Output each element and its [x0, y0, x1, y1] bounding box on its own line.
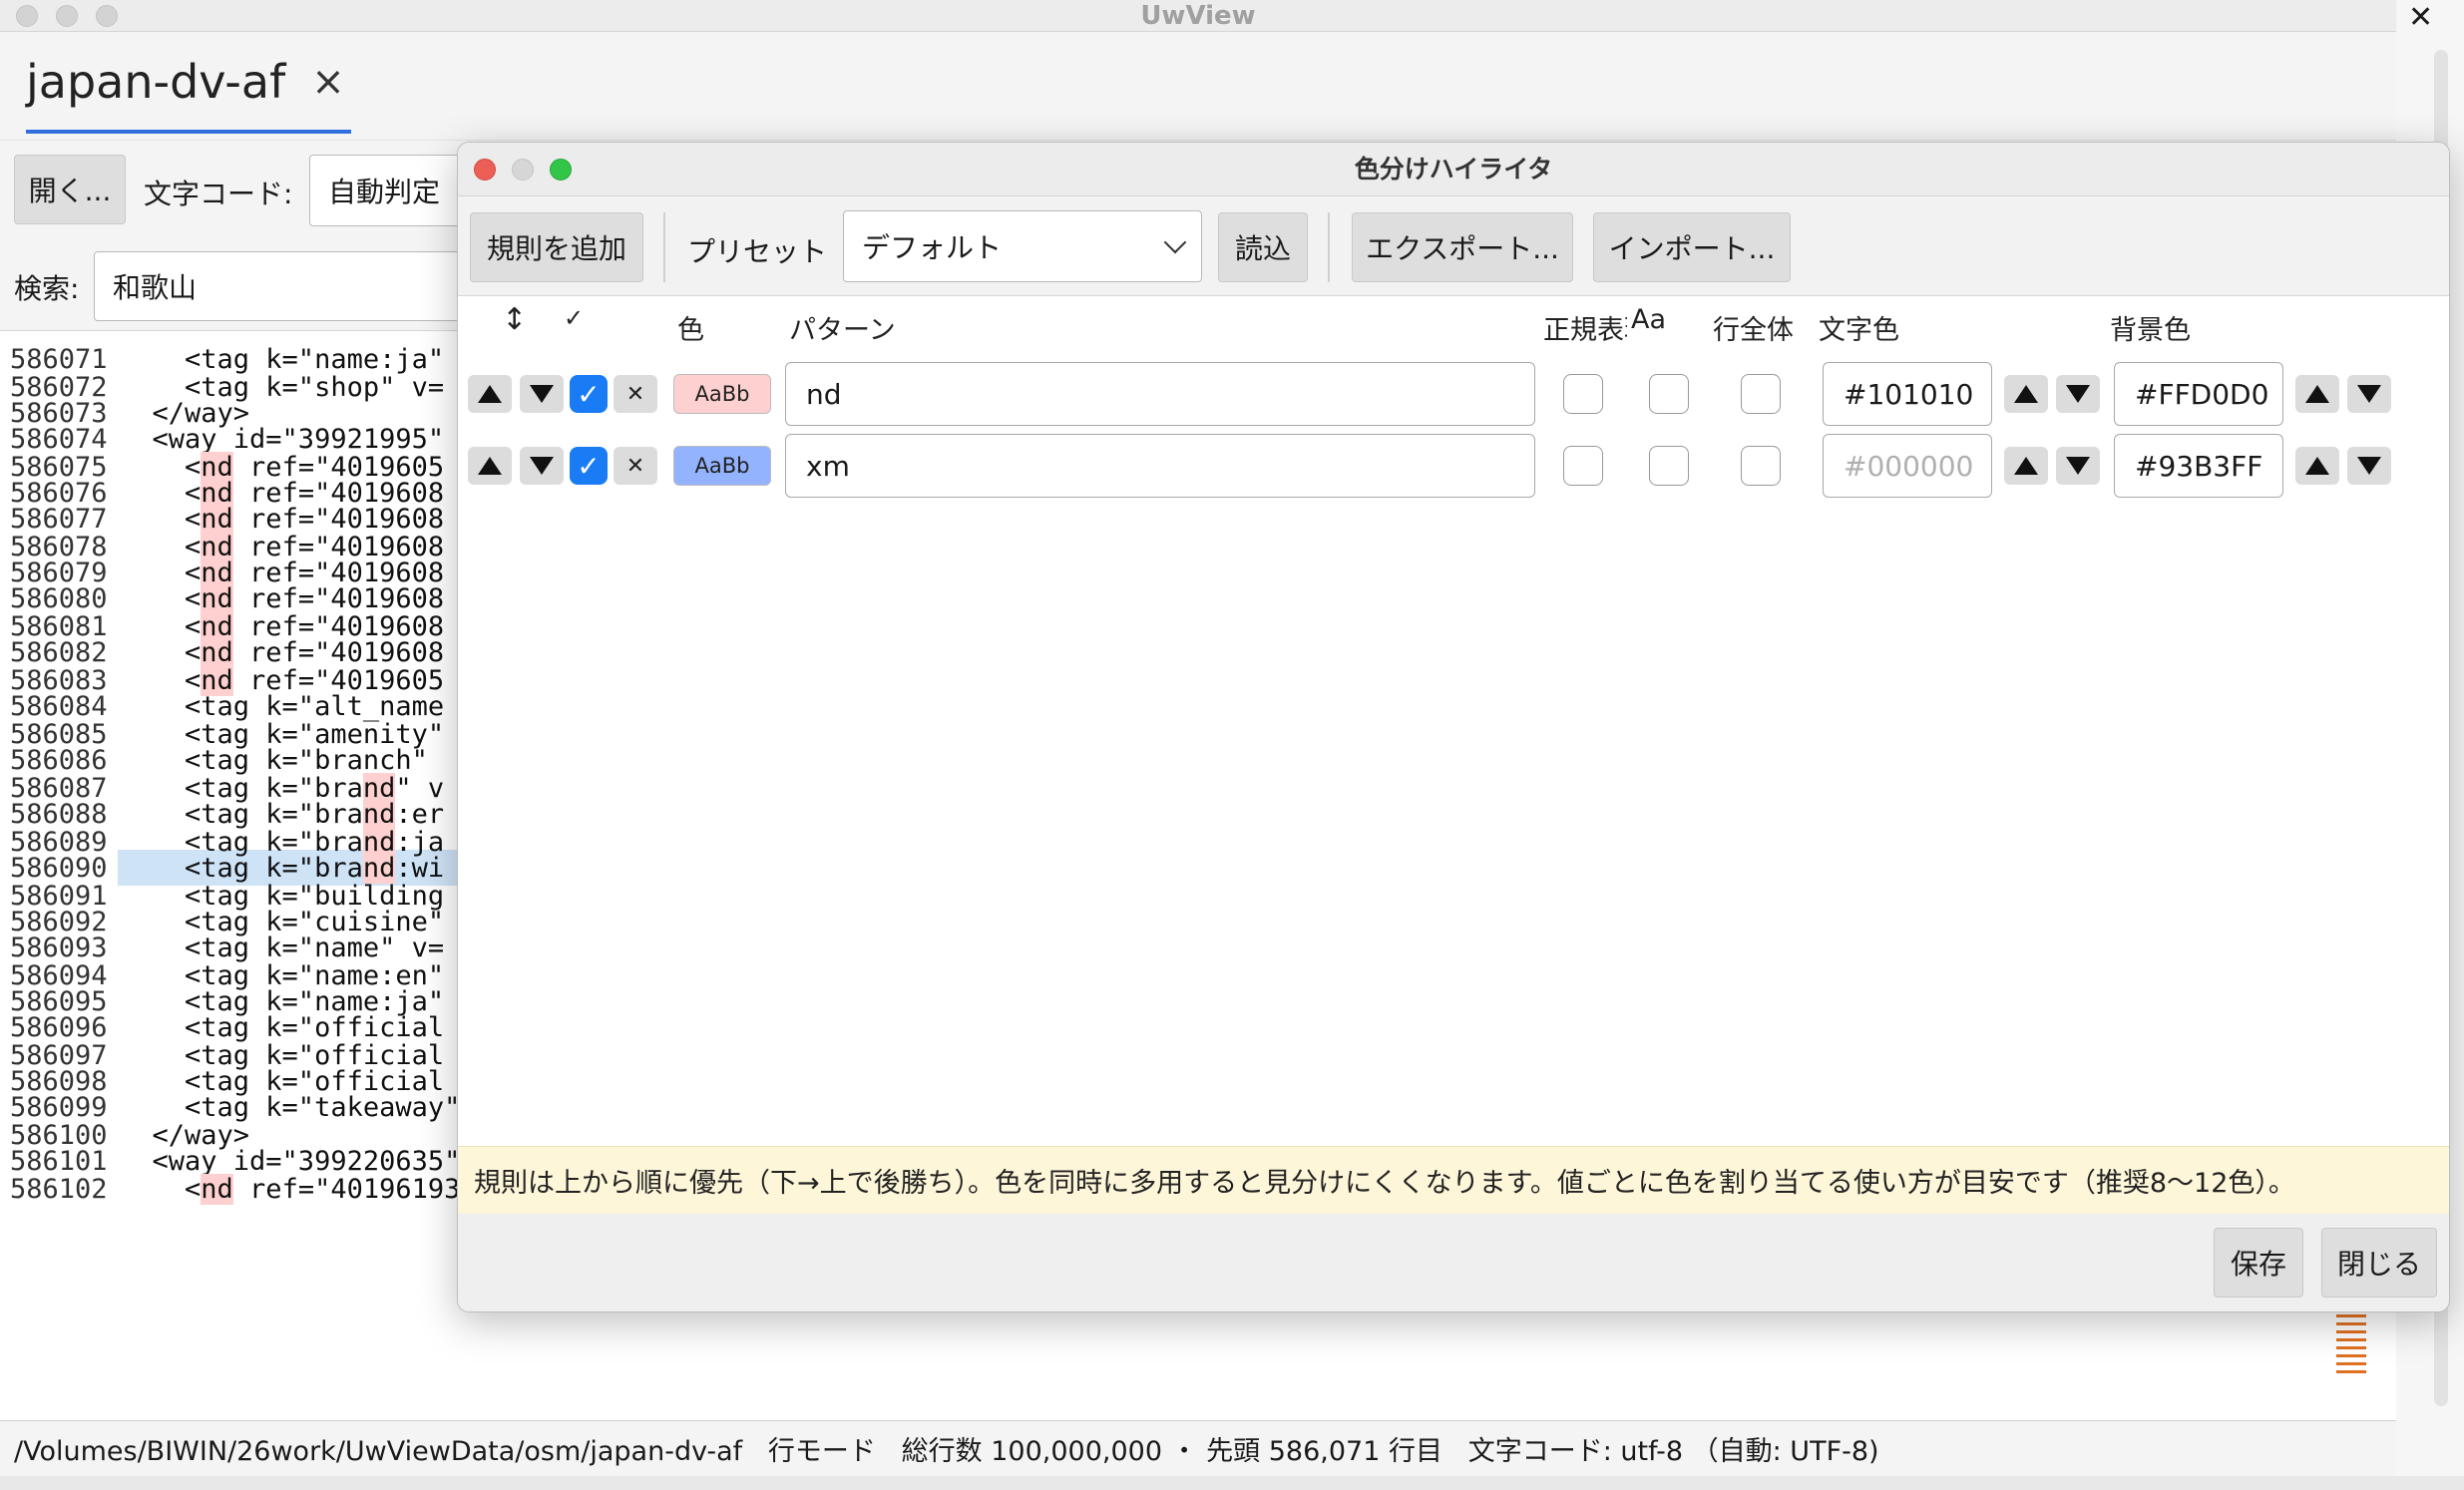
whole-line-column-header: 行全体 [1713, 315, 1794, 346]
tab-close-icon[interactable]: × [311, 59, 345, 105]
move-down-button[interactable] [520, 447, 564, 485]
order-column-header: ↕ [502, 302, 528, 337]
pattern-input[interactable]: xm [785, 434, 1535, 498]
bg-color-input[interactable]: #FFD0D0 [2114, 362, 2283, 426]
move-up-button[interactable] [468, 447, 512, 485]
whole-line-checkbox[interactable] [1741, 374, 1781, 414]
pattern-input[interactable]: nd [785, 362, 1535, 426]
case-column-header: Aa [1631, 304, 1667, 335]
tab-label: japan-dv-af [26, 55, 286, 109]
enabled-column-header: ✓ [564, 304, 585, 332]
chevron-down-icon [1163, 230, 1187, 254]
arrow-up-icon [2014, 385, 2038, 403]
arrow-down-icon [530, 385, 554, 403]
arrow-down-icon [2357, 385, 2381, 403]
tab-active-indicator [26, 130, 351, 134]
regex-checkbox[interactable] [1563, 446, 1603, 486]
enabled-checkbox[interactable]: ✓ [570, 375, 608, 413]
bg-color-down-button[interactable] [2347, 447, 2391, 485]
status-bar: /Volumes/BIWIN/26work/UwViewData/osm/jap… [0, 1420, 2396, 1476]
load-button[interactable]: 読込 [1218, 212, 1308, 282]
arrow-down-icon [2357, 457, 2381, 475]
search-input[interactable]: 和歌山 [94, 251, 513, 321]
delete-rule-button[interactable]: ✕ [614, 447, 657, 485]
enabled-checkbox[interactable]: ✓ [570, 447, 608, 485]
color-column-header: 色 [677, 315, 704, 346]
pattern-match-highlight: nd [201, 1174, 233, 1205]
window-title: UwView [1140, 1, 1256, 31]
hint-text: 規則は上から順に優先（下→上で後勝ち）。色を同時に多用すると見分けにくくなります… [458, 1146, 2449, 1214]
toolbar-separator [1328, 212, 1330, 282]
rule-row: ✓ ✕ AaBb xm #000000 #93B3FF [458, 430, 2449, 502]
close-button[interactable]: 閉じる [2321, 1228, 2437, 1298]
fg-color-input[interactable]: #101010 [1823, 362, 1992, 426]
bg-color-down-button[interactable] [2347, 375, 2391, 413]
dialog-toolbar: 規則を追加 プリセット デフォルト 読込 エクスポート... インポート... [458, 196, 2449, 296]
bg-color-up-button[interactable] [2295, 375, 2339, 413]
preset-select[interactable]: デフォルト [843, 210, 1202, 282]
toolbar-separator [663, 212, 665, 282]
arrow-up-icon [478, 457, 502, 475]
highlighter-dialog: 色分けハイライタ 規則を追加 プリセット デフォルト 読込 エクスポート... … [457, 142, 2450, 1312]
arrow-down-icon [530, 457, 554, 475]
open-button[interactable]: 開く... [14, 155, 126, 224]
export-button[interactable]: エクスポート... [1352, 212, 1573, 282]
delete-rule-button[interactable]: ✕ [614, 375, 657, 413]
background-strip [0, 1476, 2464, 1490]
fg-color-down-button[interactable] [2056, 447, 2100, 485]
arrow-up-icon [2305, 457, 2329, 475]
move-up-button[interactable] [468, 375, 512, 413]
fg-color-input[interactable]: #000000 [1823, 434, 1992, 498]
case-checkbox[interactable] [1649, 446, 1689, 486]
dialog-title-bar: 色分けハイライタ [458, 143, 2449, 196]
preset-label: プリセット [687, 235, 828, 268]
match-overview-scrollbar[interactable] [2336, 1306, 2366, 1416]
preset-value: デフォルト [862, 231, 1003, 264]
save-button[interactable]: 保存 [2214, 1228, 2303, 1298]
regex-checkbox[interactable] [1563, 374, 1603, 414]
checkmark-icon: ✓ [577, 449, 601, 483]
bg-color-input[interactable]: #93B3FF [2114, 434, 2283, 498]
tab-file[interactable]: japan-dv-af × [26, 55, 345, 109]
arrow-down-icon [2066, 385, 2090, 403]
import-button[interactable]: インポート... [1593, 212, 1791, 282]
fg-color-down-button[interactable] [2056, 375, 2100, 413]
rule-row: ✓ ✕ AaBb nd #101010 #FFD0D0 [458, 358, 2449, 430]
checkmark-icon: ✓ [577, 377, 601, 411]
regex-column-header: 正規表現 [1543, 315, 1627, 346]
search-label: 検索: [14, 272, 80, 305]
arrow-up-icon [2305, 385, 2329, 403]
close-icon: ✕ [625, 453, 645, 479]
arrow-up-icon [2014, 457, 2038, 475]
arrow-down-icon [2066, 457, 2090, 475]
add-rule-button[interactable]: 規則を追加 [470, 212, 643, 282]
whole-line-checkbox[interactable] [1741, 446, 1781, 486]
line-number: 586102 [10, 1174, 108, 1205]
close-icon: ✕ [625, 381, 645, 407]
color-swatch[interactable]: AaBb [673, 446, 771, 486]
fg-column-header: 文字色 [1819, 315, 1899, 346]
close-icon[interactable]: ✕ [2408, 0, 2433, 35]
title-bar: UwView [0, 0, 2396, 32]
dialog-footer: 保存 閉じる [458, 1214, 2449, 1311]
pattern-column-header: パターン [789, 315, 896, 346]
bg-column-header: 背景色 [2110, 315, 2191, 346]
encoding-label: 文字コード: [144, 178, 293, 210]
fg-color-up-button[interactable] [2004, 447, 2048, 485]
dialog-title: 色分けハイライタ [1354, 155, 1553, 184]
arrow-up-icon [478, 385, 502, 403]
color-swatch[interactable]: AaBb [673, 374, 771, 414]
fg-color-up-button[interactable] [2004, 375, 2048, 413]
tab-bar: japan-dv-af × [0, 32, 2396, 140]
bg-color-up-button[interactable] [2295, 447, 2339, 485]
move-down-button[interactable] [520, 375, 564, 413]
case-checkbox[interactable] [1649, 374, 1689, 414]
